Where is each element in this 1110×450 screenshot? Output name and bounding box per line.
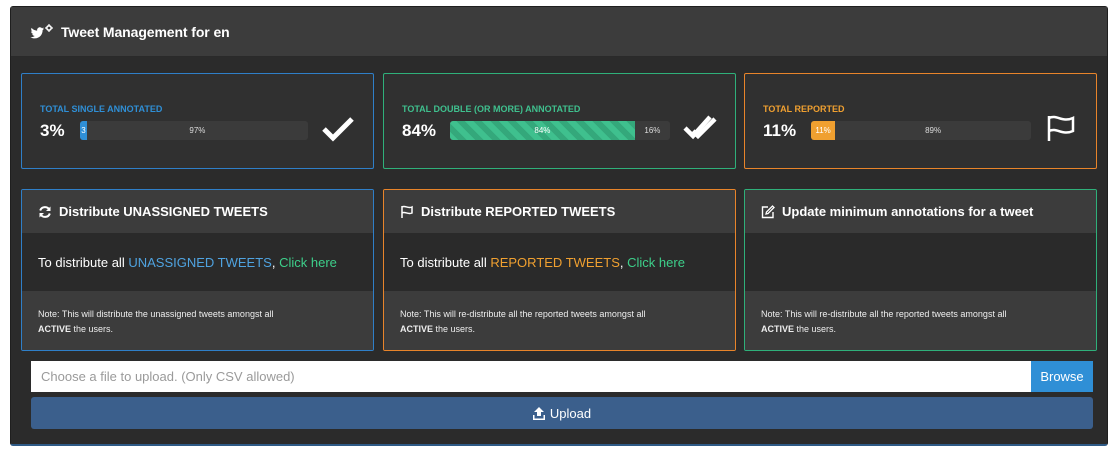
page-title: Tweet Management for en [61, 23, 230, 40]
progress-fill: 3 [80, 121, 87, 140]
double-check-icon [683, 115, 717, 140]
refresh-icon [39, 205, 51, 218]
card-header: Update minimum annotations for a tweet [745, 190, 1096, 233]
note-text: Note: This will re-distribute all the re… [400, 309, 646, 319]
flag-icon [401, 205, 413, 218]
reported-tweets-link[interactable]: REPORTED TWEETS [490, 255, 620, 270]
card-title[interactable]: Update minimum annotations for a tweet [782, 204, 1033, 219]
check-icon [322, 117, 354, 142]
upload-label: Upload [549, 405, 592, 421]
stat-label: TOTAL SINGLE ANNOTATED [40, 104, 163, 114]
stat-percent: 11% [763, 121, 797, 140]
card-title: Distribute REPORTED TWEETS [421, 204, 616, 219]
progress-remaining: 89% [925, 126, 942, 135]
stat-percent: 3% [40, 121, 65, 140]
stat-label: TOTAL REPORTED [763, 104, 845, 114]
progress-remaining: 97% [189, 126, 206, 135]
stat-percent: 84% [402, 121, 437, 140]
panel-header: Tweet Management for en [11, 7, 1107, 57]
progress-bar: 11% 89% [811, 121, 1031, 140]
note-tail: the users. [794, 324, 837, 334]
distribute-unassigned-card: Distribute UNASSIGNED TWEETS To distribu… [21, 189, 374, 351]
note-tail: the users. [433, 324, 476, 334]
card-header: Distribute UNASSIGNED TWEETS [22, 190, 373, 233]
card-header: Distribute REPORTED TWEETS [384, 190, 735, 233]
card-note: Note: This will re-distribute all the re… [384, 291, 735, 350]
stat-card-single-annotated: TOTAL SINGLE ANNOTATED 3% 3 97% [21, 73, 374, 169]
update-min-annotations-card: Update minimum annotations for a tweet N… [744, 189, 1097, 351]
file-path-input[interactable] [31, 361, 1031, 392]
edit-icon [761, 204, 775, 218]
card-note: Note: This will distribute the unassigne… [22, 291, 373, 350]
progress-bar: 84% 16% [450, 121, 670, 140]
note-text: Note: This will re-distribute all the re… [761, 309, 1007, 319]
click-here-link[interactable]: Click here [627, 255, 685, 270]
card-body: To distribute all UNASSIGNED TWEETS, Cli… [22, 233, 373, 291]
note-tail: the users. [71, 324, 114, 334]
note-bold: ACTIVE [38, 324, 72, 334]
upload-button[interactable]: Upload [31, 397, 1093, 429]
note-text: Note: This will distribute the unassigne… [38, 309, 274, 319]
upload-icon [532, 406, 545, 420]
distribute-reported-card: Distribute REPORTED TWEETS To distribute… [383, 189, 736, 351]
stat-card-double-annotated: TOTAL DOUBLE (OR MORE) ANNOTATED 84% 84%… [383, 73, 736, 169]
progress-bar: 3 97% [80, 121, 308, 140]
card-body [745, 233, 1096, 291]
tweet-management-panel: Tweet Management for en TOTAL SINGLE ANN… [10, 6, 1108, 446]
note-bold: ACTIVE [761, 324, 795, 334]
flag-icon [1047, 115, 1075, 141]
browse-button[interactable]: Browse [1031, 361, 1093, 392]
stat-card-reported: TOTAL REPORTED 11% 11% 89% [744, 73, 1097, 169]
unassigned-tweets-link[interactable]: UNASSIGNED TWEETS [128, 255, 272, 270]
progress-fill: 11% [811, 121, 836, 140]
click-here-link[interactable]: Click here [279, 255, 337, 270]
card-body: To distribute all REPORTED TWEETS, Click… [384, 233, 735, 291]
stat-label: TOTAL DOUBLE (OR MORE) ANNOTATED [402, 104, 581, 114]
body-text: To distribute all [400, 254, 491, 270]
file-upload-row: Browse [31, 361, 1093, 392]
progress-fill: 84% [450, 121, 635, 140]
body-text: To distribute all [38, 254, 129, 270]
twitter-gear-icon [30, 23, 53, 38]
note-bold: ACTIVE [400, 324, 434, 334]
progress-remaining: 16% [644, 126, 661, 135]
card-note: Note: This will re-distribute all the re… [745, 291, 1096, 350]
card-title: Distribute UNASSIGNED TWEETS [59, 204, 268, 219]
